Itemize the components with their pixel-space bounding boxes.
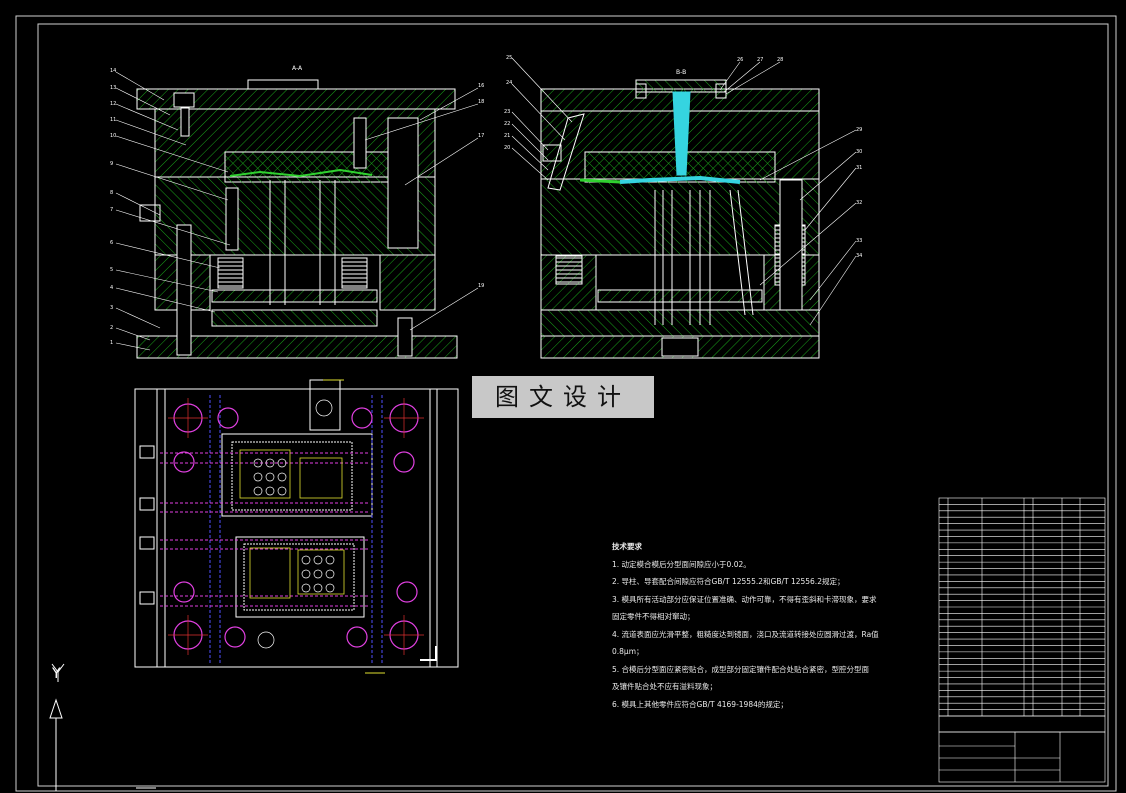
section-label-left: A-A	[292, 65, 303, 72]
note-item: 1. 动定模合模后分型面间隙应小于0.02。	[612, 559, 751, 569]
balloon-28: 28	[777, 57, 783, 63]
balloon-9: 9	[110, 161, 113, 167]
balloon-24: 24	[506, 80, 512, 86]
balloon-12: 12	[110, 101, 116, 107]
balloon-7: 7	[110, 207, 113, 213]
balloon-6: 6	[110, 240, 113, 246]
note-item: 3. 模具所有活动部分应保证位置准确、动作可靠，不得有歪斜和卡滞现象，要求	[612, 594, 877, 604]
technical-requirements: 技术要求 1. 动定模合模后分型面间隙应小于0.02。 2. 导柱、导套配合间隙…	[612, 538, 912, 713]
right-section-view: B-B	[511, 57, 857, 359]
note-item: 4. 流道表面应光滑平整，粗糙度达到镜面，浇口及流道转接处应圆滑过渡，Ra值	[612, 629, 879, 639]
balloon-16: 16	[478, 83, 484, 89]
balloon-4: 4	[110, 285, 113, 291]
balloon-22: 22	[504, 121, 510, 127]
section-label-right: B-B	[676, 69, 686, 76]
balloon-3: 3	[110, 305, 113, 311]
balloon-34: 34	[856, 253, 862, 259]
notes-title: 技术要求	[612, 542, 642, 551]
balloon-13: 13	[110, 85, 116, 91]
note-item: 6. 模具上其他零件应符合GB/T 4169-1984的规定；	[612, 699, 788, 709]
balloon-26: 26	[737, 57, 743, 63]
balloon-30: 30	[856, 149, 862, 155]
balloon-20: 20	[504, 145, 510, 151]
balloon-1: 1	[110, 340, 113, 346]
balloon-11: 11	[110, 117, 116, 123]
balloon-18: 18	[478, 99, 484, 105]
balloon-19: 19	[478, 283, 484, 289]
balloon-25: 25	[506, 55, 512, 61]
note-item: 及镶件贴合处不应有溢料现象；	[612, 682, 717, 691]
watermark-stamp: 图文设计	[472, 376, 654, 418]
note-item: 固定零件不得相对窜动；	[612, 612, 695, 621]
balloon-14: 14	[110, 68, 116, 74]
plan-view	[134, 379, 459, 674]
balloon-5: 5	[110, 267, 113, 273]
note-item: 2. 导柱、导套配合间隙应符合GB/T 12555.2和GB/T 12556.2…	[612, 577, 845, 586]
axis-y-label: Y	[51, 666, 61, 682]
note-item: 5. 合模后分型面应紧密贴合，成型部分固定镶件配合处贴合紧密，型腔分型面	[612, 664, 870, 674]
balloon-29: 29	[856, 127, 862, 133]
balloon-8: 8	[110, 190, 113, 196]
left-section-view: A-A	[115, 65, 479, 359]
balloon-2: 2	[110, 325, 113, 331]
note-item: 0.8μm；	[612, 647, 644, 656]
balloon-32: 32	[856, 200, 862, 206]
balloon-17: 17	[478, 133, 484, 139]
balloon-23: 23	[504, 109, 510, 115]
ucs-icon	[49, 663, 156, 791]
balloon-21: 21	[504, 133, 510, 139]
balloon-33: 33	[856, 238, 862, 244]
balloon-31: 31	[856, 165, 862, 171]
balloon-27: 27	[757, 57, 763, 63]
balloon-10: 10	[110, 133, 116, 139]
bom-table	[938, 497, 1106, 783]
